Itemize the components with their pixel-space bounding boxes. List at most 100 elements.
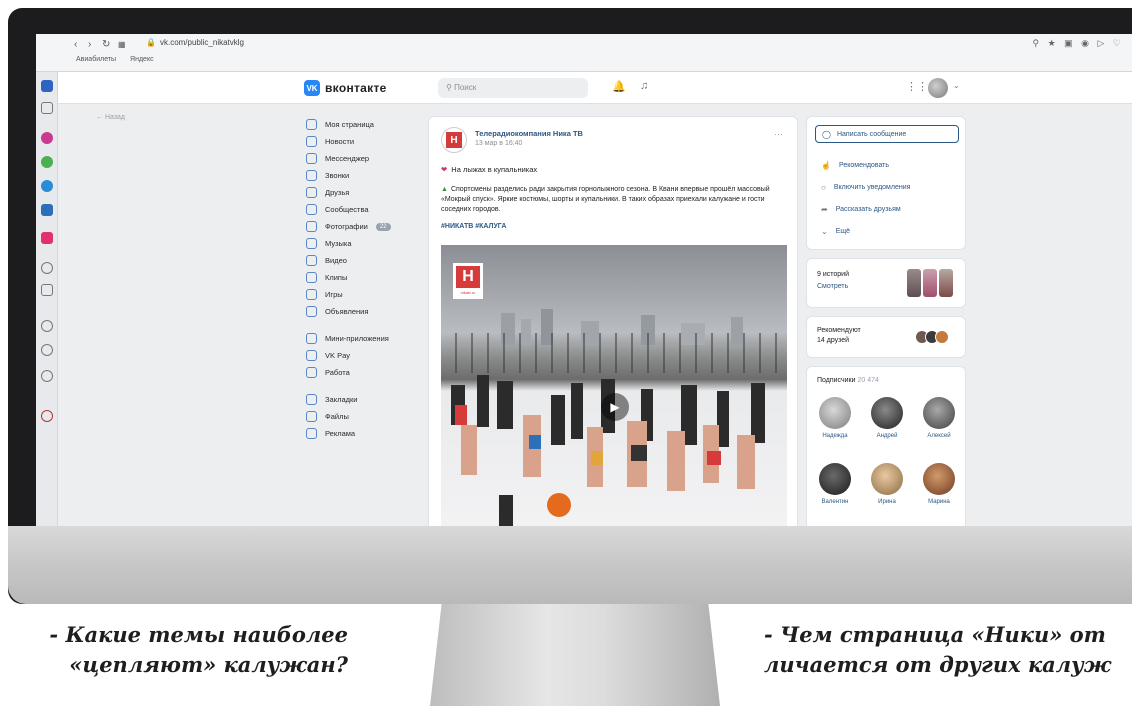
bookmark-aviabilety[interactable]: Авиабилеты	[76, 56, 116, 63]
menu-video[interactable]: Видео	[306, 252, 426, 269]
menu-vk-pay[interactable]: VK Pay	[306, 347, 426, 364]
post-heading: ❤ На лыжах в купальниках	[441, 165, 537, 174]
menu-label: Игры	[325, 290, 343, 299]
menu-news[interactable]: Новости	[306, 133, 426, 150]
menu-my-page[interactable]: Моя страница	[306, 116, 426, 133]
menu-bookmarks[interactable]: Закладки	[306, 391, 426, 408]
menu-label: Звонки	[325, 171, 350, 180]
pin-icon[interactable]	[41, 410, 53, 422]
menu-label: Видео	[325, 256, 347, 265]
back-arrow-icon[interactable]: ‹	[74, 39, 77, 50]
caption-right-line2: личается от других калуж	[764, 652, 1112, 677]
story-thumbnail[interactable]	[939, 269, 953, 297]
sidebar-app-icon[interactable]	[41, 80, 53, 92]
post-hashtags[interactable]: #НИКАТВ #КАЛУГА	[441, 223, 506, 230]
menu-mini-apps[interactable]: Мини-приложения	[306, 330, 426, 347]
menu-games[interactable]: Игры	[306, 286, 426, 303]
recommend-button[interactable]: ☝ Рекомендовать	[821, 161, 889, 170]
post-body: ▲ Спортсмены разделись ради закрытия горн…	[441, 185, 786, 215]
instagram-icon[interactable]	[41, 232, 53, 244]
lock-icon: 🔒	[146, 38, 156, 47]
menu-files[interactable]: Файлы	[306, 408, 426, 425]
search-icon: ⚲	[446, 83, 452, 92]
subscriber-item[interactable]: Надежда	[813, 397, 857, 439]
search-input[interactable]: ⚲ Поиск	[438, 78, 588, 98]
stories-view-link[interactable]: Смотреть	[817, 283, 848, 290]
subscribers-card: Подписчики 20 474 Надежда Андрей Алексей …	[806, 366, 966, 534]
menu-photos[interactable]: Фотографии 22	[306, 218, 426, 235]
bookmarks-bar: Авиабилеты Яндекс	[76, 56, 166, 63]
browser-extension-icons[interactable]: ⚲ ★ ▣ ◉ ▷ ♡	[1032, 38, 1124, 49]
tabs-grid-icon[interactable]: ▦	[118, 40, 126, 49]
menu-clips[interactable]: Клипы	[306, 269, 426, 286]
vk-logo[interactable]: VK вконтакте	[304, 80, 387, 96]
whatsapp-icon[interactable]	[41, 156, 53, 168]
notifications-bell-icon[interactable]: 🔔	[612, 80, 626, 93]
post-author-avatar[interactable]: H	[441, 127, 467, 153]
send-message-button[interactable]: ◯ Написать сообщение	[815, 125, 959, 143]
subscriber-item[interactable]: Ирина	[865, 463, 909, 505]
megaphone-icon	[306, 428, 317, 439]
apps-icon	[306, 333, 317, 344]
share-button[interactable]: ➦ Рассказать друзьям	[821, 205, 901, 214]
clips-icon	[306, 272, 317, 283]
chat-icon	[306, 153, 317, 164]
settings-icon[interactable]	[41, 370, 53, 382]
monitor-stand	[430, 604, 720, 706]
messenger-icon[interactable]	[41, 132, 53, 144]
menu-label: Мессенджер	[325, 154, 370, 163]
story-thumbnail[interactable]	[923, 269, 937, 297]
post-date[interactable]: 13 мар в 16:40	[475, 140, 522, 147]
heart-icon[interactable]	[41, 320, 53, 332]
recommended-by-friends[interactable]: Рекомендуют 14 друзей	[806, 316, 966, 358]
menu-calls[interactable]: Звонки	[306, 167, 426, 184]
monitor-frame: ‹ › ↻ ▦ 🔒 vk.com/public_nikatvklg Авиабил…	[8, 8, 1132, 604]
post-video-preview[interactable]: H nikatv.ru ▶	[441, 245, 787, 534]
telegram-icon[interactable]	[41, 180, 53, 192]
menu-friends[interactable]: Друзья	[306, 184, 426, 201]
home-icon[interactable]	[41, 102, 53, 114]
story-thumbnail[interactable]	[907, 269, 921, 297]
menu-label: VK Pay	[325, 351, 351, 360]
bookmark-yandex[interactable]: Яндекс	[130, 56, 154, 63]
avatar	[819, 397, 851, 429]
reload-icon[interactable]: ↻	[102, 39, 110, 50]
music-icon[interactable]: ♫	[640, 80, 648, 92]
recommend-label: Рекомендовать	[838, 162, 890, 169]
gamepad-icon	[306, 289, 317, 300]
stories-card[interactable]: 9 историй Смотреть	[806, 258, 966, 308]
url-text: vk.com/public_nikatvklg	[159, 38, 245, 47]
user-avatar[interactable]	[928, 78, 948, 98]
vk-icon[interactable]	[41, 204, 53, 216]
subscribers-title[interactable]: Подписчики 20 474	[817, 377, 879, 384]
play-icon[interactable]	[41, 284, 53, 296]
media-icon[interactable]	[41, 262, 53, 274]
more-options-icon[interactable]: ···	[774, 129, 783, 139]
menu-label: Реклама	[325, 429, 356, 438]
notifications-button[interactable]: ○ Включить уведомления	[821, 183, 910, 192]
subscriber-name: Андрей	[876, 433, 898, 439]
menu-label: Фотографии	[325, 222, 368, 231]
share-icon: ➦	[821, 205, 828, 214]
subscriber-item[interactable]: Марина	[917, 463, 961, 505]
menu-communities[interactable]: Сообщества	[306, 201, 426, 218]
classifieds-icon	[306, 306, 317, 317]
chevron-down-icon[interactable]: ⌄	[953, 81, 960, 90]
menu-advertising[interactable]: Реклама	[306, 425, 426, 442]
video-play-icon[interactable]: ▶	[601, 393, 629, 421]
recommend-line2: 14 друзей	[817, 337, 850, 344]
menu-messenger[interactable]: Мессенджер	[306, 150, 426, 167]
menu-ads[interactable]: Объявления	[306, 303, 426, 320]
more-button[interactable]: ⌄ Ещё	[821, 227, 850, 236]
photo-icon	[306, 221, 317, 232]
address-bar[interactable]: 🔒 vk.com/public_nikatvklg	[146, 38, 244, 47]
subscriber-item[interactable]: Валентин	[813, 463, 857, 505]
forward-arrow-icon[interactable]: ›	[88, 39, 91, 50]
subscriber-item[interactable]: Алексей	[917, 397, 961, 439]
back-link[interactable]: ← Назад	[96, 114, 125, 121]
menu-jobs[interactable]: Работа	[306, 364, 426, 381]
post-author[interactable]: Телерадиокомпания Ника ТВ	[475, 129, 583, 138]
menu-music[interactable]: Музыка	[306, 235, 426, 252]
subscriber-item[interactable]: Андрей	[865, 397, 909, 439]
history-icon[interactable]	[41, 344, 53, 356]
